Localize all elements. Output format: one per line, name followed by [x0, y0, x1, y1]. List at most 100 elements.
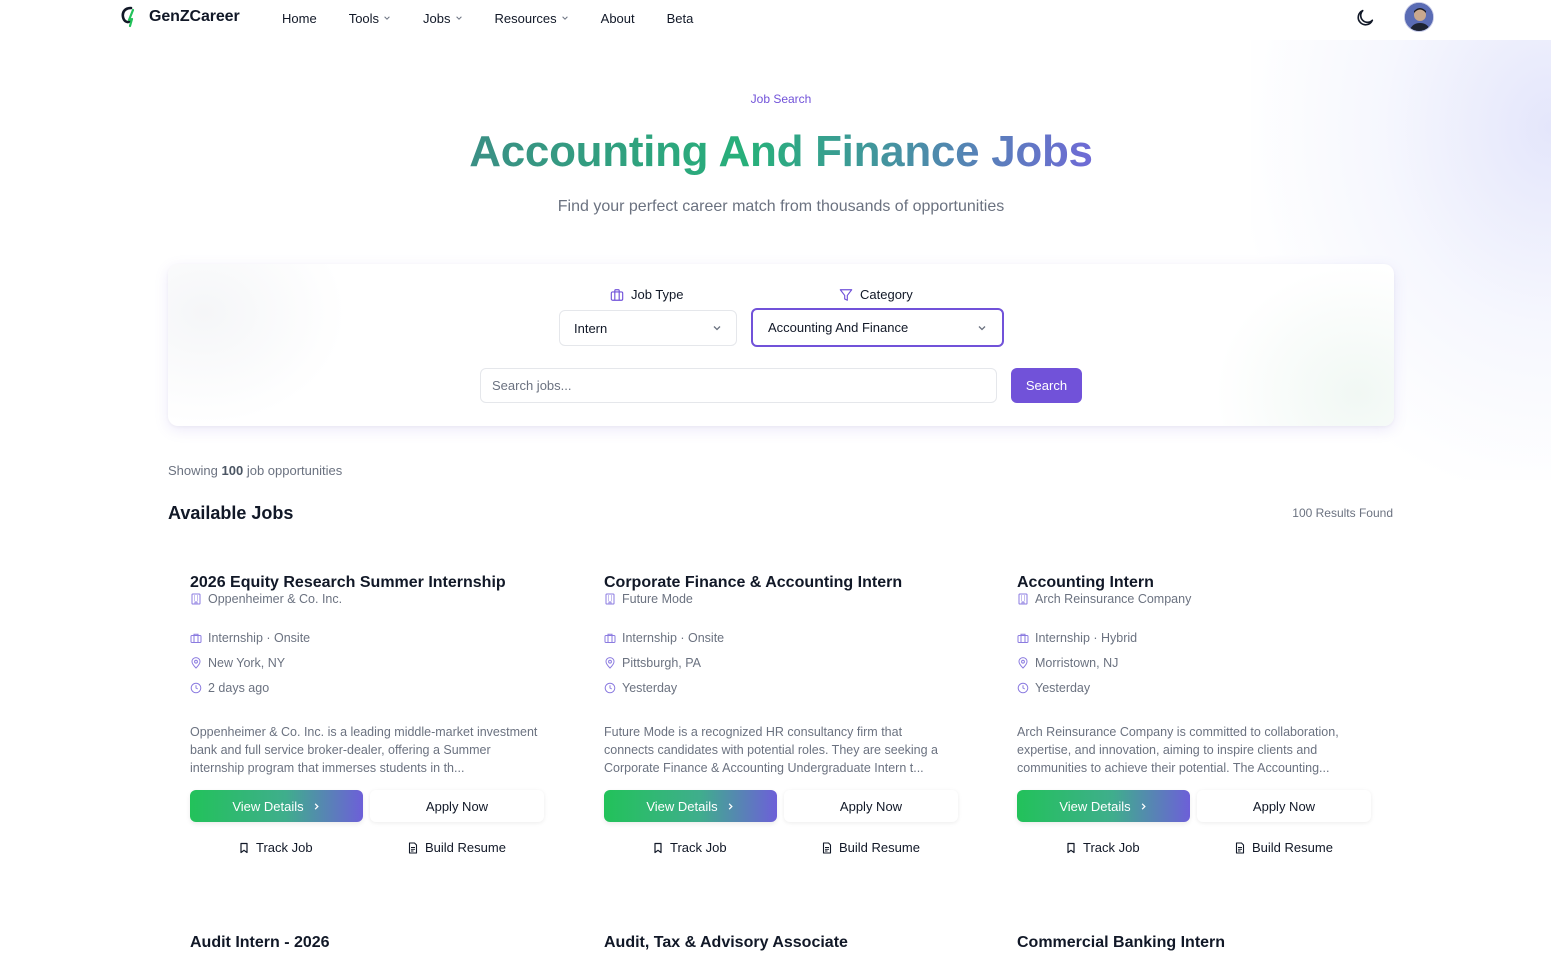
job-description: Oppenheimer & Co. Inc. is a leading midd… — [190, 725, 538, 775]
top-nav: GenZCareer Home Tools Jobs Resources Abo… — [0, 0, 1551, 36]
apply-now-button[interactable]: Apply Now — [784, 790, 958, 822]
nav-item-label: About — [600, 10, 635, 26]
nav-item-label: Jobs — [423, 10, 451, 26]
chevron-right-icon — [728, 802, 733, 810]
job-card: Audit Intern - 2026 — [190, 934, 550, 952]
search-button[interactable]: Search — [1011, 368, 1082, 403]
results-summary-suffix: job opportunities — [246, 463, 343, 478]
build-resume-button[interactable]: Build Resume — [821, 840, 920, 855]
job-company-name: Future Mode — [622, 592, 693, 606]
filter-icon — [839, 288, 853, 301]
nav-item-jobs[interactable]: Jobs — [407, 0, 478, 36]
job-type-label: Job Type — [610, 287, 684, 302]
build-resume-button[interactable]: Build Resume — [1234, 840, 1333, 855]
category-label: Category — [839, 287, 913, 302]
briefcase-icon — [1017, 633, 1029, 643]
job-title[interactable]: Audit, Tax & Advisory Associate — [604, 934, 964, 952]
job-description: Arch Reinsurance Company is committed to… — [1017, 725, 1339, 775]
build-resume-label: Build Resume — [839, 840, 920, 855]
category-select[interactable]: Accounting And Finance — [751, 308, 1004, 347]
nav-item-label: Tools — [348, 10, 380, 26]
view-details-label: View Details — [1059, 798, 1131, 814]
job-type-value: Intern — [574, 320, 608, 336]
document-icon — [1235, 841, 1245, 854]
job-type-text: Internship · Onsite — [622, 631, 725, 645]
view-details-label: View Details — [232, 798, 304, 814]
build-resume-label: Build Resume — [1252, 840, 1333, 855]
track-job-label: Track Job — [1083, 840, 1140, 855]
view-details-button[interactable]: View Details — [1017, 790, 1190, 822]
page-title: Accounting And Finance Jobs — [0, 127, 1551, 177]
job-type: Internship · Hybrid — [1017, 631, 1137, 645]
nav-item-beta[interactable]: Beta — [651, 0, 710, 36]
apply-now-button[interactable]: Apply Now — [370, 790, 544, 822]
section-title: Available Jobs — [168, 503, 294, 523]
job-location-text: New York, NY — [208, 656, 286, 670]
building-icon — [1018, 593, 1028, 605]
results-summary: Showing 100 job opportunities — [168, 463, 342, 478]
track-job-button[interactable]: Track Job — [1065, 840, 1140, 855]
results-summary-prefix: Showing — [168, 463, 218, 478]
chevron-down-icon — [384, 16, 390, 20]
nav-item-home[interactable]: Home — [266, 0, 333, 36]
job-title[interactable]: Accounting Intern — [1017, 574, 1377, 592]
moon-icon[interactable] — [1354, 7, 1376, 29]
clock-icon — [604, 682, 616, 694]
job-title[interactable]: Audit Intern - 2026 — [190, 934, 550, 952]
nav-item-tools[interactable]: Tools — [333, 0, 407, 36]
job-posted: 2 days ago — [190, 681, 269, 695]
chevron-right-icon — [314, 802, 319, 810]
job-title[interactable]: 2026 Equity Research Summer Internship — [190, 574, 550, 592]
chevron-down-icon — [978, 325, 986, 330]
track-job-button[interactable]: Track Job — [652, 840, 727, 855]
nav-item-about[interactable]: About — [585, 0, 651, 36]
results-count: 100 Results Found — [1292, 506, 1393, 520]
track-job-button[interactable]: Track Job — [238, 840, 313, 855]
nav-item-label: Beta — [666, 10, 694, 26]
user-avatar-icon — [1405, 3, 1433, 31]
job-company: Future Mode — [604, 592, 693, 606]
results-summary-count: 100 — [221, 463, 244, 478]
job-location-text: Pittsburgh, PA — [622, 656, 701, 670]
job-card: Commercial Banking Intern — [1017, 934, 1377, 952]
filter-panel: Job Type Intern Category Accounting And … — [168, 264, 1394, 426]
avatar[interactable] — [1404, 2, 1434, 32]
job-card: Corporate Finance & Accounting Intern Fu… — [604, 574, 964, 855]
chevron-down-icon — [455, 16, 462, 20]
job-type: Internship · Onsite — [190, 631, 310, 645]
job-title[interactable]: Commercial Banking Intern — [1017, 934, 1377, 952]
job-description: Future Mode is a recognized HR consultan… — [604, 725, 938, 775]
brand-logo[interactable]: GenZCareer — [120, 6, 240, 28]
briefcase-icon — [610, 288, 624, 301]
bookmark-icon — [1067, 842, 1075, 853]
bookmark-icon — [654, 842, 662, 853]
job-posted: Yesterday — [1017, 681, 1090, 695]
search-input[interactable] — [480, 368, 997, 403]
job-location: New York, NY — [190, 656, 285, 670]
job-location: Pittsburgh, PA — [604, 656, 701, 670]
chevron-right-icon — [1141, 802, 1146, 810]
job-posted-text: 2 days ago — [208, 681, 270, 695]
view-details-button[interactable]: View Details — [190, 790, 363, 822]
job-card: Audit, Tax & Advisory Associate — [604, 934, 964, 952]
page-title-text: Accounting And Finance Jobs — [469, 127, 1093, 176]
nav-item-resources[interactable]: Resources — [479, 0, 585, 36]
clock-icon — [190, 682, 202, 694]
nav-menu: Home Tools Jobs Resources About Beta — [266, 0, 709, 36]
view-details-button[interactable]: View Details — [604, 790, 777, 822]
job-company: Arch Reinsurance Company — [1017, 592, 1191, 606]
job-type-select[interactable]: Intern — [559, 310, 737, 346]
map-pin-icon — [1018, 657, 1028, 669]
job-title[interactable]: Corporate Finance & Accounting Intern — [604, 574, 964, 592]
chevron-down-icon — [561, 16, 568, 20]
bookmark-icon — [240, 842, 248, 853]
build-resume-label: Build Resume — [425, 840, 506, 855]
apply-now-button[interactable]: Apply Now — [1197, 790, 1371, 822]
document-icon — [408, 841, 418, 854]
track-job-label: Track Job — [670, 840, 727, 855]
build-resume-button[interactable]: Build Resume — [407, 840, 506, 855]
job-type-label-text: Job Type — [631, 287, 684, 302]
nav-item-label: Resources — [494, 10, 557, 26]
job-type: Internship · Onsite — [604, 631, 724, 645]
nav-item-label: Home — [282, 10, 317, 26]
